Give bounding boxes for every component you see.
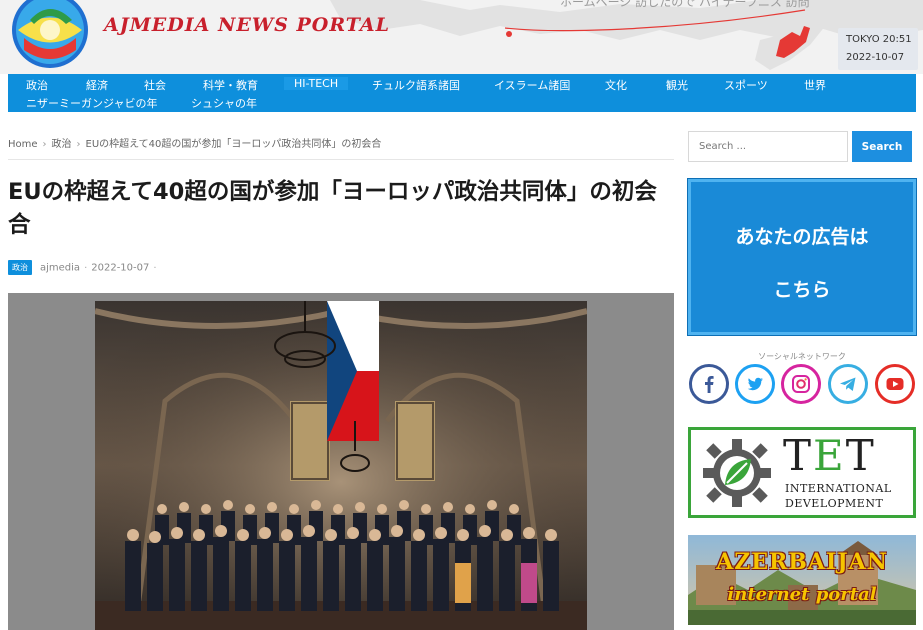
article-title: EUの枠超えて40超の国が参加「ヨーロッパ政治共同体」の初会合 bbox=[8, 179, 657, 238]
breadcrumb-home[interactable]: Home bbox=[8, 139, 38, 150]
telegram-icon[interactable] bbox=[828, 364, 868, 404]
ad-line-1: あなたの広告は bbox=[735, 226, 869, 248]
nav-item-tourism[interactable]: 観光 bbox=[666, 77, 688, 93]
nav-item-economy[interactable]: 経済 bbox=[86, 77, 108, 93]
nav-item-culture[interactable]: 文化 bbox=[605, 77, 627, 93]
facebook-icon[interactable] bbox=[689, 364, 729, 404]
breadcrumb-separator: › bbox=[42, 139, 47, 150]
nav-item-politics[interactable]: 政治 bbox=[26, 77, 48, 93]
clock-time: TOKYO 20:51 bbox=[846, 34, 912, 45]
nav-item-science-education[interactable]: 科学・教育 bbox=[203, 77, 258, 93]
azerbaijan-ad-title: AZERBAIJAN bbox=[716, 549, 888, 575]
twitter-icon[interactable] bbox=[735, 364, 775, 404]
tet-logo-text: TET bbox=[783, 431, 876, 480]
article-meta: 政治 ajmedia · 2022-10-07 · bbox=[8, 260, 161, 276]
divider bbox=[8, 159, 674, 160]
meta-separator: · bbox=[153, 262, 157, 274]
nav-item-world[interactable]: 世界 bbox=[804, 77, 826, 93]
clock-widget: TOKYO 20:51 2022-10-07 bbox=[838, 28, 918, 70]
instagram-icon[interactable] bbox=[781, 364, 821, 404]
nav-item-islamic-states[interactable]: イスラーム諸国 bbox=[494, 77, 570, 93]
article-date: 2022-10-07 bbox=[91, 262, 150, 274]
breadcrumb-separator: › bbox=[76, 139, 81, 150]
tet-subtitle-1: INTERNATIONAL bbox=[785, 482, 892, 495]
azerbaijan-portal-ad[interactable]: AZERBAIJAN internet portal bbox=[688, 535, 916, 625]
youtube-icon[interactable] bbox=[875, 364, 915, 404]
main-nav: 政治 経済 社会 科学・教育 HI-TECH チュルク語系諸国 イスラーム諸国 … bbox=[8, 74, 916, 112]
nav-item-turkic-states[interactable]: チュルク語系諸国 bbox=[372, 77, 460, 93]
tet-international-ad[interactable]: TET INTERNATIONAL DEVELOPMENT bbox=[688, 427, 916, 518]
article-author[interactable]: ajmedia bbox=[40, 263, 80, 274]
gear-leaf-icon bbox=[703, 439, 771, 507]
site-header: AJMEDIA NEWS PORTAL ホームページ 訪したので ハイテーフニス… bbox=[0, 0, 923, 74]
nav-item-sports[interactable]: スポーツ bbox=[724, 77, 768, 93]
nav-item-society[interactable]: 社会 bbox=[144, 77, 166, 93]
featured-image-frame bbox=[8, 293, 674, 630]
nav-item-nizami-year[interactable]: ニザーミーガンジャビの年 bbox=[26, 95, 157, 111]
category-badge[interactable]: 政治 bbox=[8, 260, 32, 275]
advertise-here-banner[interactable]: あなたの広告は こちら bbox=[687, 178, 917, 336]
site-name[interactable]: AJMEDIA NEWS PORTAL bbox=[104, 14, 390, 36]
social-title: ソーシャルネットワーク bbox=[758, 352, 846, 361]
meta-separator: · bbox=[84, 262, 88, 274]
clock-date: 2022-10-07 bbox=[846, 52, 905, 63]
site-logo-icon[interactable] bbox=[10, 0, 94, 70]
breadcrumb: Home › 政治 › EUの枠超えて40超の国が参加「ヨーロッパ政治共同体」の初会合 bbox=[8, 135, 381, 150]
header-tagline: ホームページ 訪したので ハイテーフニス 訪問 bbox=[560, 0, 810, 9]
nav-item-shusha-year[interactable]: シュシャの年 bbox=[191, 95, 257, 111]
ad-line-2: こちら bbox=[773, 279, 831, 301]
world-map-background bbox=[0, 0, 923, 74]
featured-photo[interactable] bbox=[95, 301, 587, 630]
tet-subtitle-2: DEVELOPMENT bbox=[785, 497, 884, 510]
search-button[interactable]: Search bbox=[852, 131, 912, 162]
nav-item-hitech[interactable]: HI-TECH bbox=[284, 77, 349, 90]
breadcrumb-current: EUの枠超えて40超の国が参加「ヨーロッパ政治共同体」の初会合 bbox=[85, 139, 382, 150]
breadcrumb-category[interactable]: 政治 bbox=[52, 139, 72, 150]
azerbaijan-ad-subtitle: internet portal bbox=[727, 584, 877, 605]
search-input[interactable] bbox=[688, 131, 848, 162]
